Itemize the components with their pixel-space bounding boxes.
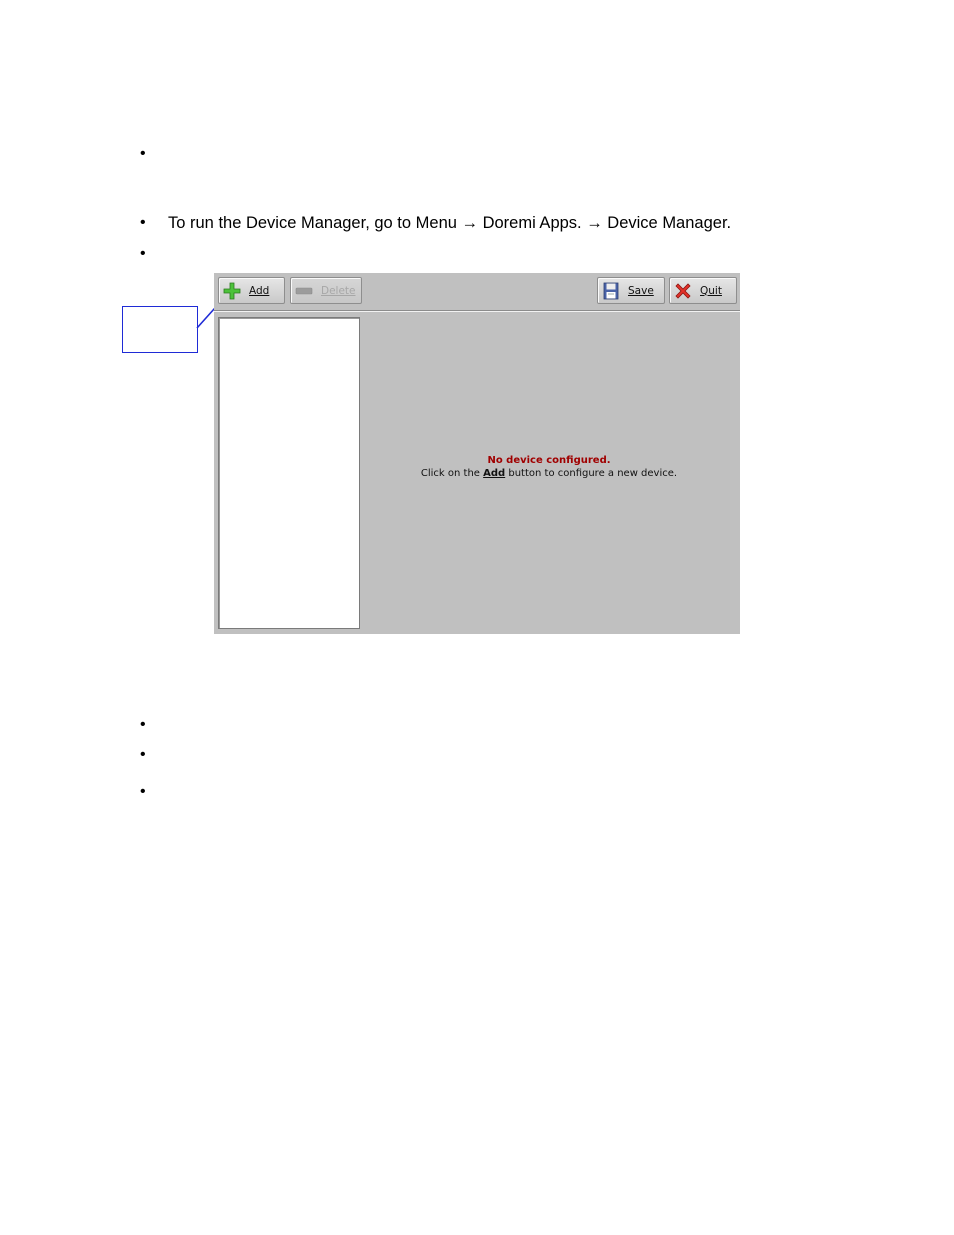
floppy-disk-icon xyxy=(603,282,619,299)
toolbar-separator xyxy=(214,311,740,312)
delete-button-label: Delete xyxy=(321,284,356,297)
bullet-5 xyxy=(140,751,148,759)
green-plus-icon xyxy=(223,282,241,299)
red-x-icon xyxy=(675,282,691,299)
add-button[interactable]: Add xyxy=(218,277,285,304)
bullet-2-text: To run the Device Manager, go to Menu → … xyxy=(168,214,732,232)
bullet-4 xyxy=(140,721,148,729)
save-button[interactable]: Save xyxy=(597,277,665,304)
minus-icon xyxy=(295,287,313,294)
hint-add-keyword: Add xyxy=(483,468,506,479)
bullet-1 xyxy=(140,150,148,158)
no-device-message: No device configured. xyxy=(487,455,611,466)
bullet-6 xyxy=(140,788,148,796)
delete-button[interactable]: Delete xyxy=(290,277,362,304)
toolbar: Add Delete Save Quit xyxy=(214,273,740,311)
add-button-label: Add xyxy=(249,284,270,297)
save-button-label: Save xyxy=(628,284,654,297)
callout-box xyxy=(122,306,198,353)
device-manager-window: Add Delete Save Quit No device configure… xyxy=(214,273,740,634)
device-list-panel[interactable] xyxy=(218,317,360,629)
bullet-2 xyxy=(140,219,148,227)
add-hint-message: Click on the Add button to configure a n… xyxy=(364,467,734,480)
hint-text-after: button to configure a new device. xyxy=(505,468,678,479)
hint-text-before: Click on the xyxy=(420,468,484,479)
quit-button[interactable]: Quit xyxy=(669,277,737,304)
bullet-3 xyxy=(140,250,148,258)
quit-button-label: Quit xyxy=(700,284,722,297)
